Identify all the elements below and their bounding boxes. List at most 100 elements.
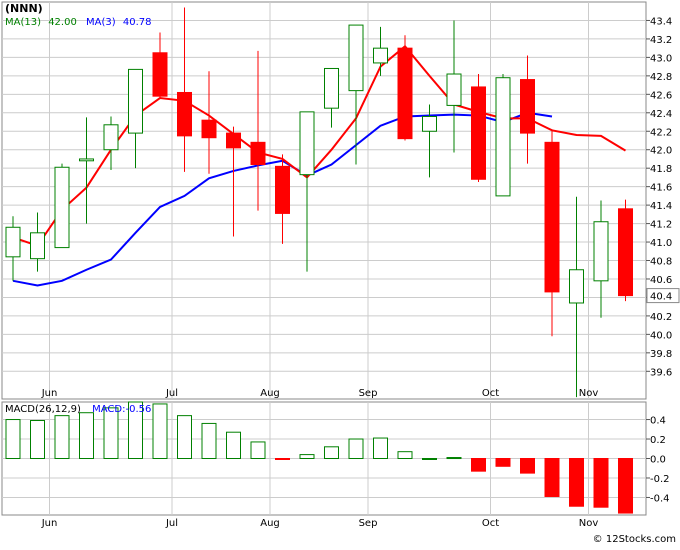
macd-bar	[324, 446, 339, 459]
macd-x-tick-label-nov: Nov	[579, 518, 599, 529]
legend-ma3-label: MA(3)	[86, 17, 116, 28]
price-tick-label: 41.8	[650, 164, 672, 175]
macd-y-axis: -0.4 -0.2 0.0 0.2 0.4	[646, 416, 670, 504]
macd-bar	[152, 403, 168, 459]
price-tick-label: 42.6	[650, 90, 672, 101]
macd-bar	[226, 431, 241, 459]
candle-body-down	[520, 79, 535, 134]
legend-ma13-label: MA(13)	[5, 17, 41, 28]
price-tick-label: 43.4	[650, 16, 672, 27]
macd-bar	[299, 454, 315, 460]
macd-bar	[569, 458, 584, 507]
candle	[618, 199, 633, 302]
candle-body-up	[569, 269, 584, 304]
price-tick-label: 43.2	[650, 35, 672, 46]
macd-bar	[373, 437, 388, 459]
price-tick-label: 41.4	[650, 201, 672, 212]
price-legend: MA(13) 42.00 MA(3) 40.78	[5, 17, 151, 28]
candle-body-down	[397, 47, 413, 140]
candle-body-down	[250, 141, 266, 165]
price-tick-label: 42.8	[650, 72, 672, 83]
candle-body-up	[593, 221, 609, 282]
macd-bar	[5, 419, 21, 460]
macd-bar	[348, 438, 364, 460]
price-tick-label: 42.0	[650, 146, 672, 157]
x-tick-label-aug: Aug	[260, 388, 280, 399]
macd-bar	[446, 457, 462, 460]
macd-bar	[30, 420, 45, 459]
legend-ma13-value: 42.00	[48, 17, 77, 28]
macd-tick-label: 0.4	[650, 416, 666, 427]
stock-chart: 39.6 39.8 40.0 40.2 40.4 40.6 40.8 41.0 41.2 41.4…	[1, 1, 680, 545]
candle-body-down	[201, 119, 217, 139]
macd-bar	[422, 458, 437, 460]
candle-body-up	[324, 67, 339, 109]
macd-x-tick-label-oct: Oct	[482, 518, 499, 529]
candle-body-down	[544, 141, 560, 293]
candle	[471, 74, 486, 183]
chart-stage: 39.6 39.8 40.0 40.2 40.4 40.6 40.8 41.0 41.2 41.4…	[0, 0, 680, 546]
price-tick-label: 41.0	[650, 238, 672, 249]
candle-body-down	[177, 91, 192, 137]
candle-body-up	[128, 68, 143, 134]
macd-tick-label: -0.2	[650, 474, 670, 485]
x-tick-label-jul: Jul	[165, 388, 178, 399]
price-tick-label: 41.6	[650, 183, 672, 194]
macd-x-tick-label-jul: Jul	[165, 518, 178, 529]
candle-body-up	[446, 73, 462, 106]
candle-body-up	[30, 232, 45, 260]
last-price-label: 40.4	[650, 292, 672, 303]
x-tick-label-nov: Nov	[579, 388, 599, 399]
price-tick-label: 41.2	[650, 220, 672, 231]
macd-x-tick-label-sep: Sep	[359, 518, 378, 529]
macd-bar	[520, 458, 535, 474]
macd-x-tick-label-aug: Aug	[260, 518, 280, 529]
candle-body-up	[299, 111, 315, 176]
candle-body-up	[422, 115, 437, 132]
macd-bar	[495, 458, 511, 467]
watermark: © 12Stocks.com	[593, 534, 676, 545]
macd-legend: MACD(26,12,9) MACD:-0.56	[5, 404, 151, 415]
macd-bar	[618, 458, 633, 514]
candle-body-up	[103, 124, 119, 151]
macd-bar	[201, 422, 217, 459]
macd-bar	[593, 458, 609, 508]
price-tick-label: 42.2	[650, 127, 672, 138]
x-tick-label-oct: Oct	[482, 388, 499, 399]
macd-bar	[544, 458, 560, 497]
candle-body-up	[5, 226, 21, 258]
price-tick-label: 42.4	[650, 109, 672, 120]
last-price-tag: 40.4	[646, 288, 680, 304]
macd-bar	[397, 451, 413, 459]
candle-body-up	[54, 166, 70, 249]
price-y-axis: 39.6 39.8 40.0 40.2 40.4 40.6 40.8 41.0 41.2 41.4…	[646, 16, 672, 378]
candle-body-up	[373, 47, 388, 64]
macd-bar	[250, 441, 266, 460]
candle-body-up	[79, 158, 94, 162]
candle	[495, 74, 511, 197]
candle	[397, 35, 413, 141]
candle-body-down	[275, 165, 290, 214]
price-tick-label: 40.6	[650, 275, 672, 286]
macd-bar	[54, 415, 70, 460]
macd-bar	[275, 458, 290, 460]
macd-bar	[79, 412, 94, 459]
macd-tick-label: 0.0	[650, 455, 666, 466]
macd-bar	[471, 458, 486, 472]
ticker-label: (NNN)	[5, 2, 43, 15]
macd-x-axis: Jun Jul Aug Sep Oct Nov	[41, 518, 599, 529]
macd-tick-label: -0.4	[650, 493, 670, 504]
macd-params: MACD(26,12,9)	[5, 404, 81, 415]
macd-tick-label: 0.2	[650, 435, 666, 446]
legend-ma3-value: 40.78	[123, 17, 152, 28]
candle-body-up	[348, 24, 364, 92]
candle-body-down	[471, 86, 486, 180]
price-tick-label: 40.2	[650, 312, 672, 323]
candle	[54, 163, 70, 249]
macd-bar	[177, 415, 192, 460]
x-tick-label-jun: Jun	[41, 388, 58, 399]
price-tick-label: 40.8	[650, 257, 672, 268]
price-tick-label: 39.6	[650, 367, 672, 378]
price-tick-label: 43.0	[650, 53, 672, 64]
macd-x-tick-label-jun: Jun	[41, 518, 58, 529]
